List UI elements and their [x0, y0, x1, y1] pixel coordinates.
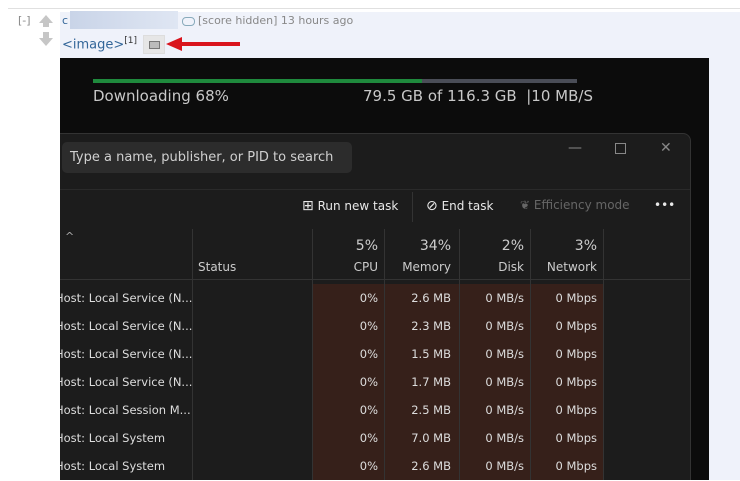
cell-disk: 0 MB/s [485, 375, 524, 389]
cell-net: 0 Mbps [555, 375, 598, 389]
collapse-toggle[interactable]: [-] [18, 14, 31, 27]
cell-cpu: 0% [359, 403, 378, 417]
flair-icon [182, 17, 195, 26]
comment-meta: [score hidden] 13 hours ago [198, 14, 354, 27]
image-link-text[interactable]: <image> [62, 37, 124, 52]
cell-net: 0 Mbps [555, 347, 598, 361]
download-speed: |10 MB/S [526, 87, 593, 105]
end-task-icon: ⊘ [426, 198, 438, 214]
download-progress-bar [93, 79, 577, 83]
header-mem-pct[interactable]: 34% [384, 238, 451, 254]
cell-disk: 0 MB/s [485, 403, 524, 417]
cell-name: Host: Local Session M... [60, 403, 191, 417]
run-new-task-label: Run new task [317, 199, 399, 213]
header-memory[interactable]: Memory [384, 260, 451, 274]
cell-net: 0 Mbps [555, 319, 598, 333]
process-row[interactable]: Host: Local System 0% 7.0 MB 0 MB/s 0 Mbps [60, 424, 690, 452]
cell-net: 0 Mbps [555, 459, 598, 473]
efficiency-mode-label: Efficiency mode [533, 198, 630, 212]
cell-mem: 7.0 MB [411, 431, 451, 445]
cell-cpu: 0% [359, 431, 378, 445]
image-expand-button[interactable] [143, 35, 165, 54]
cell-cpu: 0% [359, 375, 378, 389]
download-progress-fill [93, 79, 423, 83]
cell-name: Host: Local Service (N... [60, 291, 193, 305]
upvote-stem [43, 22, 49, 27]
cell-name: Host: Local Service (N... [60, 319, 193, 333]
leaf-icon: ❦ [520, 198, 531, 212]
end-task-button[interactable]: ⊘ End task [426, 198, 493, 214]
process-row[interactable]: Host: Local System 0% 2.6 MB 0 MB/s 0 Mbps [60, 452, 690, 480]
divider [60, 189, 690, 190]
cell-net: 0 Mbps [555, 291, 598, 305]
footnote: [1] [124, 36, 138, 46]
process-row[interactable]: Host: Local Service (N... 0% 1.5 MB 0 MB/s 0… [60, 340, 690, 368]
process-row[interactable]: Host: Local Service (N... 0% 2.6 MB 0 MB/s 0… [60, 284, 690, 312]
process-row[interactable]: Host: Local Session M... 0% 2.5 MB 0 MB/s 0 … [60, 396, 690, 424]
cell-cpu: 0% [359, 319, 378, 333]
red-arrow-annotation-icon [166, 37, 240, 51]
process-row[interactable]: Host: Local Service (N... 0% 1.7 MB 0 MB/s 0… [60, 368, 690, 396]
efficiency-mode-button[interactable]: ❦ Efficiency mode [520, 198, 630, 212]
cell-name: Host: Local System [60, 431, 166, 445]
cell-disk: 0 MB/s [485, 319, 524, 333]
divider [412, 192, 413, 222]
image-link[interactable]: <image>[1] [62, 36, 137, 52]
cell-net: 0 Mbps [555, 403, 598, 417]
close-button[interactable]: ✕ [660, 140, 672, 156]
task-manager-window: Type a name, publisher, or PID to search… [60, 133, 691, 480]
cell-net: 0 Mbps [555, 431, 598, 445]
process-row[interactable]: Host: Local Service (N... 0% 2.3 MB 0 MB/s 0… [60, 312, 690, 340]
run-task-icon: ⊞ [302, 198, 314, 214]
header-divider [60, 279, 690, 280]
cell-disk: 0 MB/s [485, 291, 524, 305]
cell-disk: 0 MB/s [485, 459, 524, 473]
download-size: 79.5 GB of 116.3 GB |10 MB/S [363, 87, 593, 105]
cell-name: Host: Local Service (N... [60, 347, 193, 361]
download-status: Downloading 68% [93, 87, 229, 105]
author-link[interactable]: c [62, 14, 68, 27]
more-options-button[interactable]: ••• [654, 198, 675, 212]
header-disk-pct[interactable]: 2% [459, 238, 524, 254]
cell-disk: 0 MB/s [485, 431, 524, 445]
cell-cpu: 0% [359, 459, 378, 473]
downvote-icon[interactable] [39, 38, 53, 46]
header-network[interactable]: Network [530, 260, 597, 274]
cell-mem: 2.6 MB [411, 459, 451, 473]
cell-mem: 1.7 MB [411, 375, 451, 389]
header-cpu-pct[interactable]: 5% [312, 238, 378, 254]
header-cpu[interactable]: CPU [312, 260, 378, 274]
header-disk[interactable]: Disk [459, 260, 524, 274]
end-task-label: End task [441, 199, 494, 213]
cell-name: Host: Local Service (N... [60, 375, 193, 389]
cell-cpu: 0% [359, 347, 378, 361]
sort-chevron-icon[interactable]: ^ [65, 230, 74, 243]
minimize-button[interactable]: — [568, 140, 582, 156]
header-net-pct[interactable]: 3% [530, 238, 597, 254]
search-input[interactable]: Type a name, publisher, or PID to search [62, 142, 352, 173]
cell-mem: 1.5 MB [411, 347, 451, 361]
embedded-screenshot: Downloading 68% 79.5 GB of 116.3 GB |10 … [60, 58, 709, 480]
cell-mem: 2.6 MB [411, 291, 451, 305]
run-new-task-button[interactable]: ⊞ Run new task [302, 198, 398, 214]
maximize-button[interactable] [615, 143, 626, 154]
download-size-text: 79.5 GB of 116.3 GB [363, 87, 517, 105]
header-status[interactable]: Status [198, 260, 236, 274]
image-icon [149, 41, 160, 49]
redacted-username [70, 11, 178, 29]
cell-disk: 0 MB/s [485, 347, 524, 361]
cell-mem: 2.5 MB [411, 403, 451, 417]
cell-mem: 2.3 MB [411, 319, 451, 333]
cell-name: Host: Local System [60, 459, 166, 473]
cell-cpu: 0% [359, 291, 378, 305]
